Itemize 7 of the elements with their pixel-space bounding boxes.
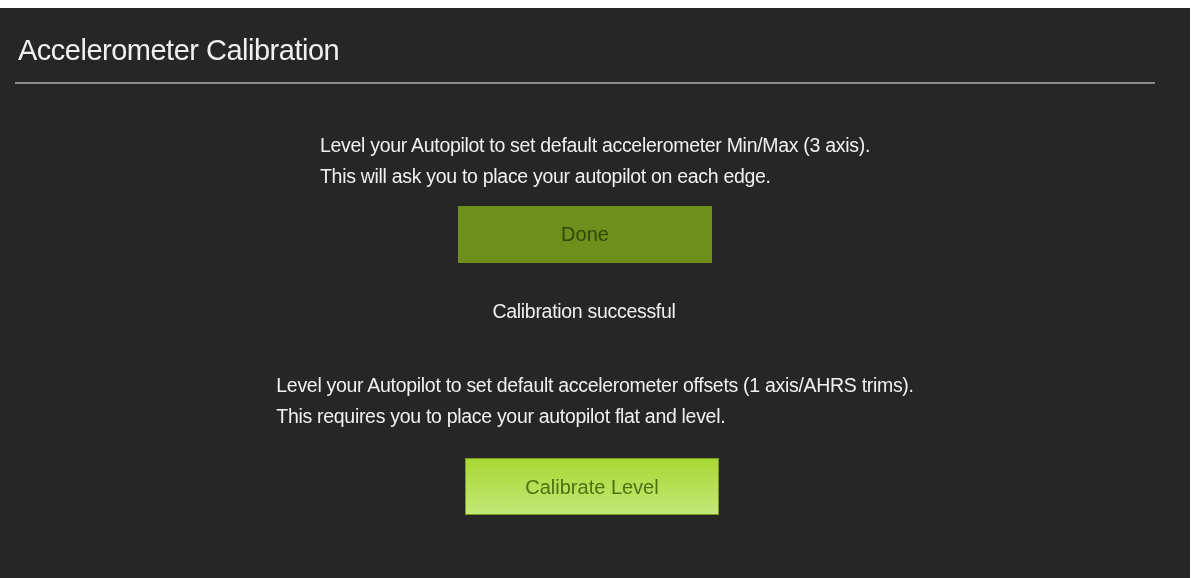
instruction-text: This requires you to place your autopilot flat and level. — [276, 404, 727, 430]
calibrate-level-button[interactable]: Calibrate Level — [465, 458, 719, 516]
instruction-text: Level your Autopilot to set default accelerometer offsets (1 axis/AHRS trims). — [276, 373, 914, 399]
instruction-text: Level your Autopilot to set default accelerometer Min/Max (3 axis). — [320, 132, 870, 158]
page-title: Accelerometer Calibration — [17, 33, 341, 68]
status-text: Calibration successful — [492, 298, 676, 324]
instruction-text: This will ask you to place your autopilot on each edge. — [320, 163, 772, 189]
